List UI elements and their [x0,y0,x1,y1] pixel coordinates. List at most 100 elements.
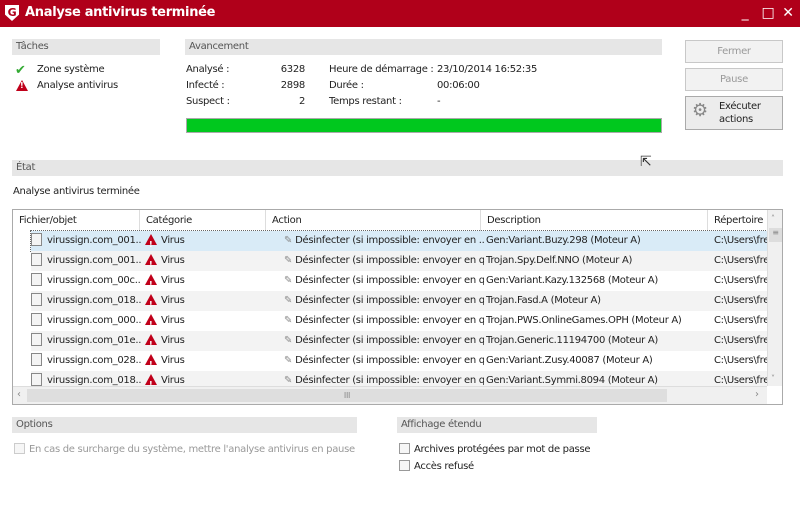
cell-action[interactable]: ✎ Désinfecter (si impossible: envoyer en … [284,251,484,271]
syringe-icon: ✎ [284,335,293,346]
category-label: Virus [161,235,185,246]
close-window-button[interactable]: ✕ [780,5,796,21]
scroll-down-icon[interactable]: ˅ [771,374,775,383]
action-label: Désinfecter (si impossible: envoyer en q… [295,275,484,286]
suspect-value: 2 [298,96,305,107]
action-label: Désinfecter (si impossible: envoyer en q… [295,255,484,266]
file-name: virussign.com_000... [47,315,141,326]
gdata-logo-icon: G [5,5,19,21]
suspect-label: Suspect : [186,96,230,107]
minimize-button[interactable]: _ [737,5,753,21]
cell-file: virussign.com_000... [31,311,141,331]
cell-action[interactable]: ✎ Désinfecter (si impossible: envoyer en … [284,291,484,311]
file-icon [31,353,42,366]
cell-category: Virus [145,251,265,271]
cell-action[interactable]: ✎ Désinfecter (si impossible: envoyer en … [284,271,484,291]
file-icon [31,313,42,326]
gears-icon: ⚙ [692,100,708,121]
horizontal-scrollbar[interactable]: ‹ III › [13,386,767,404]
action-label: Désinfecter (si impossible: envoyer en q… [295,315,484,326]
table-row[interactable]: virussign.com_01e... Virus ✎Désinfecter … [31,331,767,351]
warning-icon [145,374,157,391]
col-description[interactable]: Description [481,210,708,231]
file-icon [31,373,42,386]
file-name: virussign.com_018... [47,375,141,386]
start-label: Heure de démarrage : [329,64,434,75]
warning-icon [145,354,157,371]
file-name: virussign.com_001... [47,235,141,246]
cell-file: virussign.com_001... [31,251,141,271]
cell-directory: C:\Users\fre [714,235,767,246]
file-icon [31,233,42,246]
access-denied-checkbox[interactable]: Accès refusé [399,460,474,472]
file-name: virussign.com_018... [47,295,141,306]
syringe-icon: ✎ [284,355,293,366]
cell-description: Gen:Variant.Kazy.132568 (Moteur A) [486,275,658,286]
pause-on-load-checkbox[interactable]: En cas de surcharge du système, mettre l… [14,443,355,455]
warning-icon [145,314,157,331]
cell-directory: C:\Users\fre [714,335,767,346]
syringe-icon: ✎ [284,315,293,326]
remaining-value: - [437,96,441,107]
archives-checkbox[interactable]: Archives protégées par mot de passe [399,443,591,455]
col-directory[interactable]: Répertoire [708,210,768,231]
cell-description: Trojan.Fasd.A (Moteur A) [486,295,601,306]
execute-actions-button[interactable]: ⚙ Exécuter actions [685,96,783,130]
syringe-icon: ✎ [284,235,293,246]
archives-label: Archives protégées par mot de passe [414,444,591,455]
results-table: Fichier/objet Catégorie Action Descripti… [12,209,783,405]
cell-file: virussign.com_018... [31,291,141,311]
col-action[interactable]: Action [266,210,481,231]
syringe-icon: ✎ [284,255,293,266]
table-row[interactable]: virussign.com_028... Virus ✎Désinfecter … [31,351,767,371]
file-icon [31,293,42,306]
warning-icon [16,80,32,92]
table-row[interactable]: virussign.com_00c... Virus ✎Désinfecter … [31,271,767,291]
progress-bar [186,118,662,133]
table-row[interactable]: virussign.com_001... Virus ✎Désinfecter … [31,251,767,271]
cell-description: Gen:Variant.Buzy.298 (Moteur A) [486,235,641,246]
maximize-button[interactable]: □ [760,5,776,21]
table-row[interactable]: virussign.com_000... Virus ✎Désinfecter … [31,311,767,331]
cell-category: Virus [145,271,265,291]
table-row[interactable]: virussign.com_001... Virus ✎Désinfecter … [30,230,768,252]
category-label: Virus [161,355,185,366]
file-name: virussign.com_028... [47,355,141,366]
tasks-header: Tâches [12,39,160,55]
syringe-icon: ✎ [284,295,293,306]
col-category[interactable]: Catégorie [140,210,266,231]
analysed-value: 6328 [280,64,306,75]
cell-file: virussign.com_01e... [31,331,141,351]
col-file[interactable]: Fichier/objet [13,210,140,231]
scroll-left-icon[interactable]: ‹ [17,389,21,400]
cell-description: Trojan.Generic.11194700 (Moteur A) [486,335,658,346]
warning-icon [145,294,157,311]
cell-category: Virus [145,291,265,311]
window-title: Analyse antivirus terminée [25,5,216,20]
file-icon [31,253,42,266]
scroll-thumb[interactable]: ≡ [769,228,782,242]
scroll-h-thumb[interactable]: III [27,389,667,402]
remaining-label: Temps restant : [329,96,402,107]
cell-category: Virus [145,331,265,351]
cell-file: virussign.com_028... [31,351,141,371]
scroll-up-icon[interactable]: ˄ [771,214,775,223]
cell-action[interactable]: ✎ Désinfecter (si impossible: envoyer en … [284,231,484,251]
action-label: Désinfecter (si impossible: envoyer en q… [295,375,484,386]
cell-directory: C:\Users\fre [714,295,767,306]
scroll-right-icon[interactable]: › [755,389,759,400]
mouse-cursor-icon: ⇱ [640,154,652,170]
category-label: Virus [161,295,185,306]
close-button[interactable]: Fermer [685,40,783,63]
cell-action[interactable]: ✎ Désinfecter (si impossible: envoyer en … [284,311,484,331]
category-label: Virus [161,315,185,326]
table-row[interactable]: virussign.com_018... Virus ✎Désinfecter … [31,291,767,311]
pause-button[interactable]: Pause [685,68,783,91]
action-label: Désinfecter (si impossible: envoyer en q… [295,335,484,346]
title-bar: G Analyse antivirus terminée _ □ ✕ [0,0,800,27]
vertical-scrollbar[interactable]: ˄ ≡ ˅ [767,210,782,386]
cell-action[interactable]: ✎ Désinfecter (si impossible: envoyer en … [284,331,484,351]
task-zone-systeme: Zone système [37,64,105,75]
warning-icon [145,234,157,251]
cell-action[interactable]: ✎ Désinfecter (si impossible: envoyer en … [284,351,484,371]
